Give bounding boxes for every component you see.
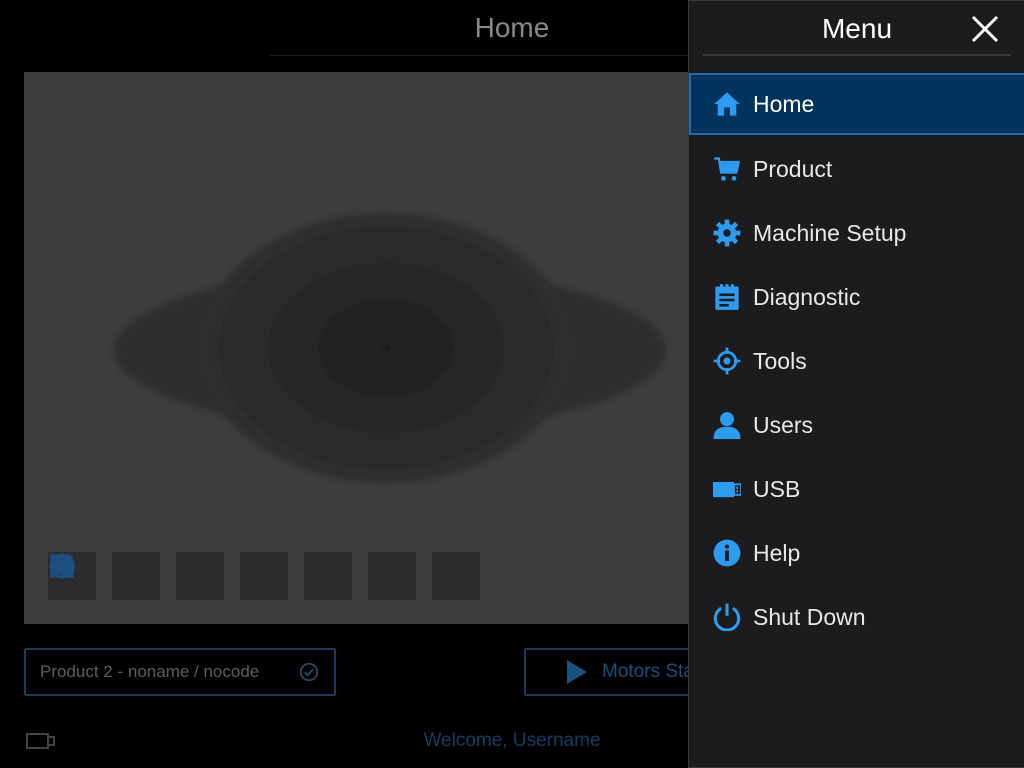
- close-icon[interactable]: [969, 13, 1001, 45]
- check-circle-icon: [299, 662, 319, 682]
- product-label: Product 2 - noname / nocode: [40, 662, 260, 681]
- image-toolbar: [48, 552, 480, 600]
- menu-item-label: Diagnostic: [753, 283, 861, 310]
- menu-item-shut-down[interactable]: Shut Down: [689, 585, 1024, 649]
- product-selector[interactable]: Product 2 - noname / nocode: [24, 648, 336, 696]
- power-icon: [713, 603, 741, 631]
- menu-item-usb[interactable]: USB: [689, 457, 1024, 521]
- camera-image: [114, 213, 666, 483]
- menu-drawer: Menu Home Product Machine Setup Diagnost…: [688, 0, 1024, 768]
- zoom-button[interactable]: [50, 552, 160, 600]
- usb-icon: [713, 482, 741, 498]
- menu-item-label: Product: [753, 155, 833, 182]
- camera-viewport[interactable]: [24, 72, 724, 624]
- menu-item-diagnostic[interactable]: Diagnostic: [689, 265, 1024, 329]
- chevron-left-icon: [54, 555, 67, 577]
- menu-item-help[interactable]: Help: [689, 521, 1024, 585]
- title-divider: [270, 55, 754, 56]
- brightness-button[interactable]: [49, 552, 224, 600]
- usb-export-button[interactable]: [50, 552, 352, 600]
- info-icon: [713, 539, 741, 567]
- home-icon: [714, 92, 740, 116]
- menu-item-machine-setup[interactable]: Machine Setup: [689, 201, 1024, 265]
- save-image-button[interactable]: [50, 552, 416, 600]
- menu-item-label: USB: [753, 475, 801, 502]
- menu-list: Home Product Machine Setup Diagnostic To…: [689, 73, 1024, 649]
- menu-item-home[interactable]: Home: [689, 73, 1024, 135]
- menu-item-label: Users: [753, 411, 814, 438]
- menu-item-label: Help: [753, 539, 801, 566]
- menu-item-label: Home: [753, 90, 815, 117]
- crosshair-icon: [713, 347, 741, 375]
- clipboard-icon: [715, 284, 739, 310]
- gear-icon: [713, 219, 741, 247]
- menu-item-product[interactable]: Product: [689, 137, 1024, 201]
- menu-item-tools[interactable]: Tools: [689, 329, 1024, 393]
- menu-divider: [703, 54, 1011, 56]
- play-icon: [567, 660, 587, 684]
- menu-header: Menu: [689, 1, 1024, 57]
- menu-item-label: Tools: [753, 347, 807, 374]
- user-icon: [713, 412, 741, 439]
- contrast-button[interactable]: [50, 552, 288, 600]
- cart-icon: [714, 157, 741, 181]
- menu-item-users[interactable]: Users: [689, 393, 1024, 457]
- menu-item-label: Shut Down: [753, 603, 866, 630]
- menu-item-label: Machine Setup: [753, 219, 907, 246]
- collapse-toolbar-button[interactable]: [54, 552, 480, 600]
